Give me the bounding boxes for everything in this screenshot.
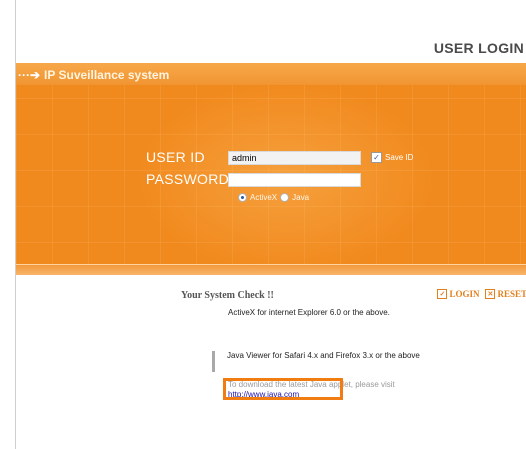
radio-java-label: Java [292, 193, 310, 202]
radio-activex[interactable] [238, 193, 247, 202]
highlight-box [223, 378, 343, 400]
java-viewer-note: Java Viewer for Safari 4.x and Firefox 3… [227, 351, 420, 360]
login-label: LOGIN [449, 289, 480, 299]
checkbox-checked-icon[interactable]: ✓ [371, 152, 382, 163]
radio-java[interactable] [280, 193, 290, 202]
radio-activex-label: ActiveX [250, 193, 278, 202]
password-label: PASSWORD [146, 171, 230, 187]
banner-footer-strip [16, 265, 526, 275]
form-actions: ✓ LOGIN ✕ RESET [437, 289, 526, 299]
brand-name: IP Suveillance system [44, 68, 170, 82]
reset-label: RESET [497, 289, 526, 299]
login-button[interactable]: ✓ LOGIN [437, 289, 479, 299]
system-check-title: Your System Check !! [181, 290, 274, 301]
java-note-bar [212, 351, 215, 372]
user-id-label: USER ID [146, 149, 205, 165]
save-id-checkbox[interactable]: ✓ Save ID [371, 152, 413, 163]
brand-title: ···➔ IP Suveillance system [18, 68, 169, 82]
user-id-input[interactable] [228, 151, 361, 165]
login-banner: ···➔IP Suveillance system USER ID ✓ Save… [16, 63, 526, 275]
password-input[interactable] [228, 173, 361, 187]
viewer-selector: ActiveX Java [238, 193, 309, 202]
page-title: USER LOGIN [433, 40, 524, 56]
save-id-label: Save ID [385, 153, 414, 162]
close-icon: ✕ [485, 289, 496, 299]
login-page: USER LOGIN ···➔ IP Suveillance system USE… [15, 0, 526, 449]
checkmark-icon: ✓ [437, 289, 448, 299]
arrow-right-icon: ···➔ [18, 68, 41, 82]
reset-button[interactable]: ✕ RESET [485, 289, 526, 299]
activex-note: ActiveX for internet Explorer 6.0 or the… [228, 308, 390, 317]
